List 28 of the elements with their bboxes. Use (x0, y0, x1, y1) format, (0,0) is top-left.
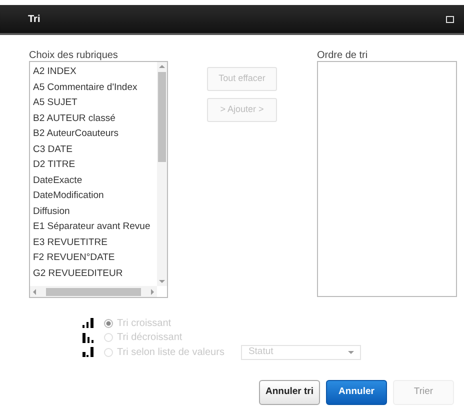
list-item[interactable]: G2 REVUEEDITEUR (30, 266, 157, 281)
list-label: Choix des rubriques (29, 50, 119, 61)
bar-chart-icon (82, 332, 94, 343)
dialog-button[interactable]: Annuler (326, 380, 387, 404)
window-title: Tri (28, 12, 40, 26)
list-item[interactable]: A2 INDEX (30, 64, 157, 80)
field-list[interactable] (29, 61, 168, 298)
list-item[interactable]: F2 REVUEN°DATE (30, 250, 157, 266)
list-item[interactable]: A5 Commentaire d'Index (30, 80, 157, 95)
maximize-icon[interactable] (446, 16, 454, 22)
list-item[interactable]: B2 AuteurCoauteurs (30, 126, 157, 142)
dialog-button[interactable]: Annuler tri (259, 380, 320, 404)
bar-chart-icon (82, 318, 94, 328)
list-item[interactable]: Diffusion (30, 204, 157, 219)
list-item[interactable]: E3 REVUETITRE (30, 234, 157, 250)
bar-chart-icon (82, 347, 94, 358)
list-item[interactable]: DateModification (30, 188, 157, 204)
list-item[interactable]: B2 AUTEUR classé (30, 110, 157, 126)
list-item[interactable]: A5 SUJET (30, 95, 157, 110)
list-item[interactable]: E1 Séparateur avant Revue (30, 219, 157, 234)
list-item[interactable]: D2 TITRE (30, 157, 157, 172)
list-label: Ordre de tri (317, 50, 369, 61)
list-item[interactable]: DateExacte (30, 172, 157, 188)
caret-icon (348, 350, 354, 354)
vertical-scrollbar[interactable] (157, 62, 167, 286)
sort-order-list[interactable] (317, 61, 457, 297)
horizontal-scrollbar[interactable] (30, 286, 157, 297)
list-item[interactable]: C3 DATE (30, 142, 157, 157)
